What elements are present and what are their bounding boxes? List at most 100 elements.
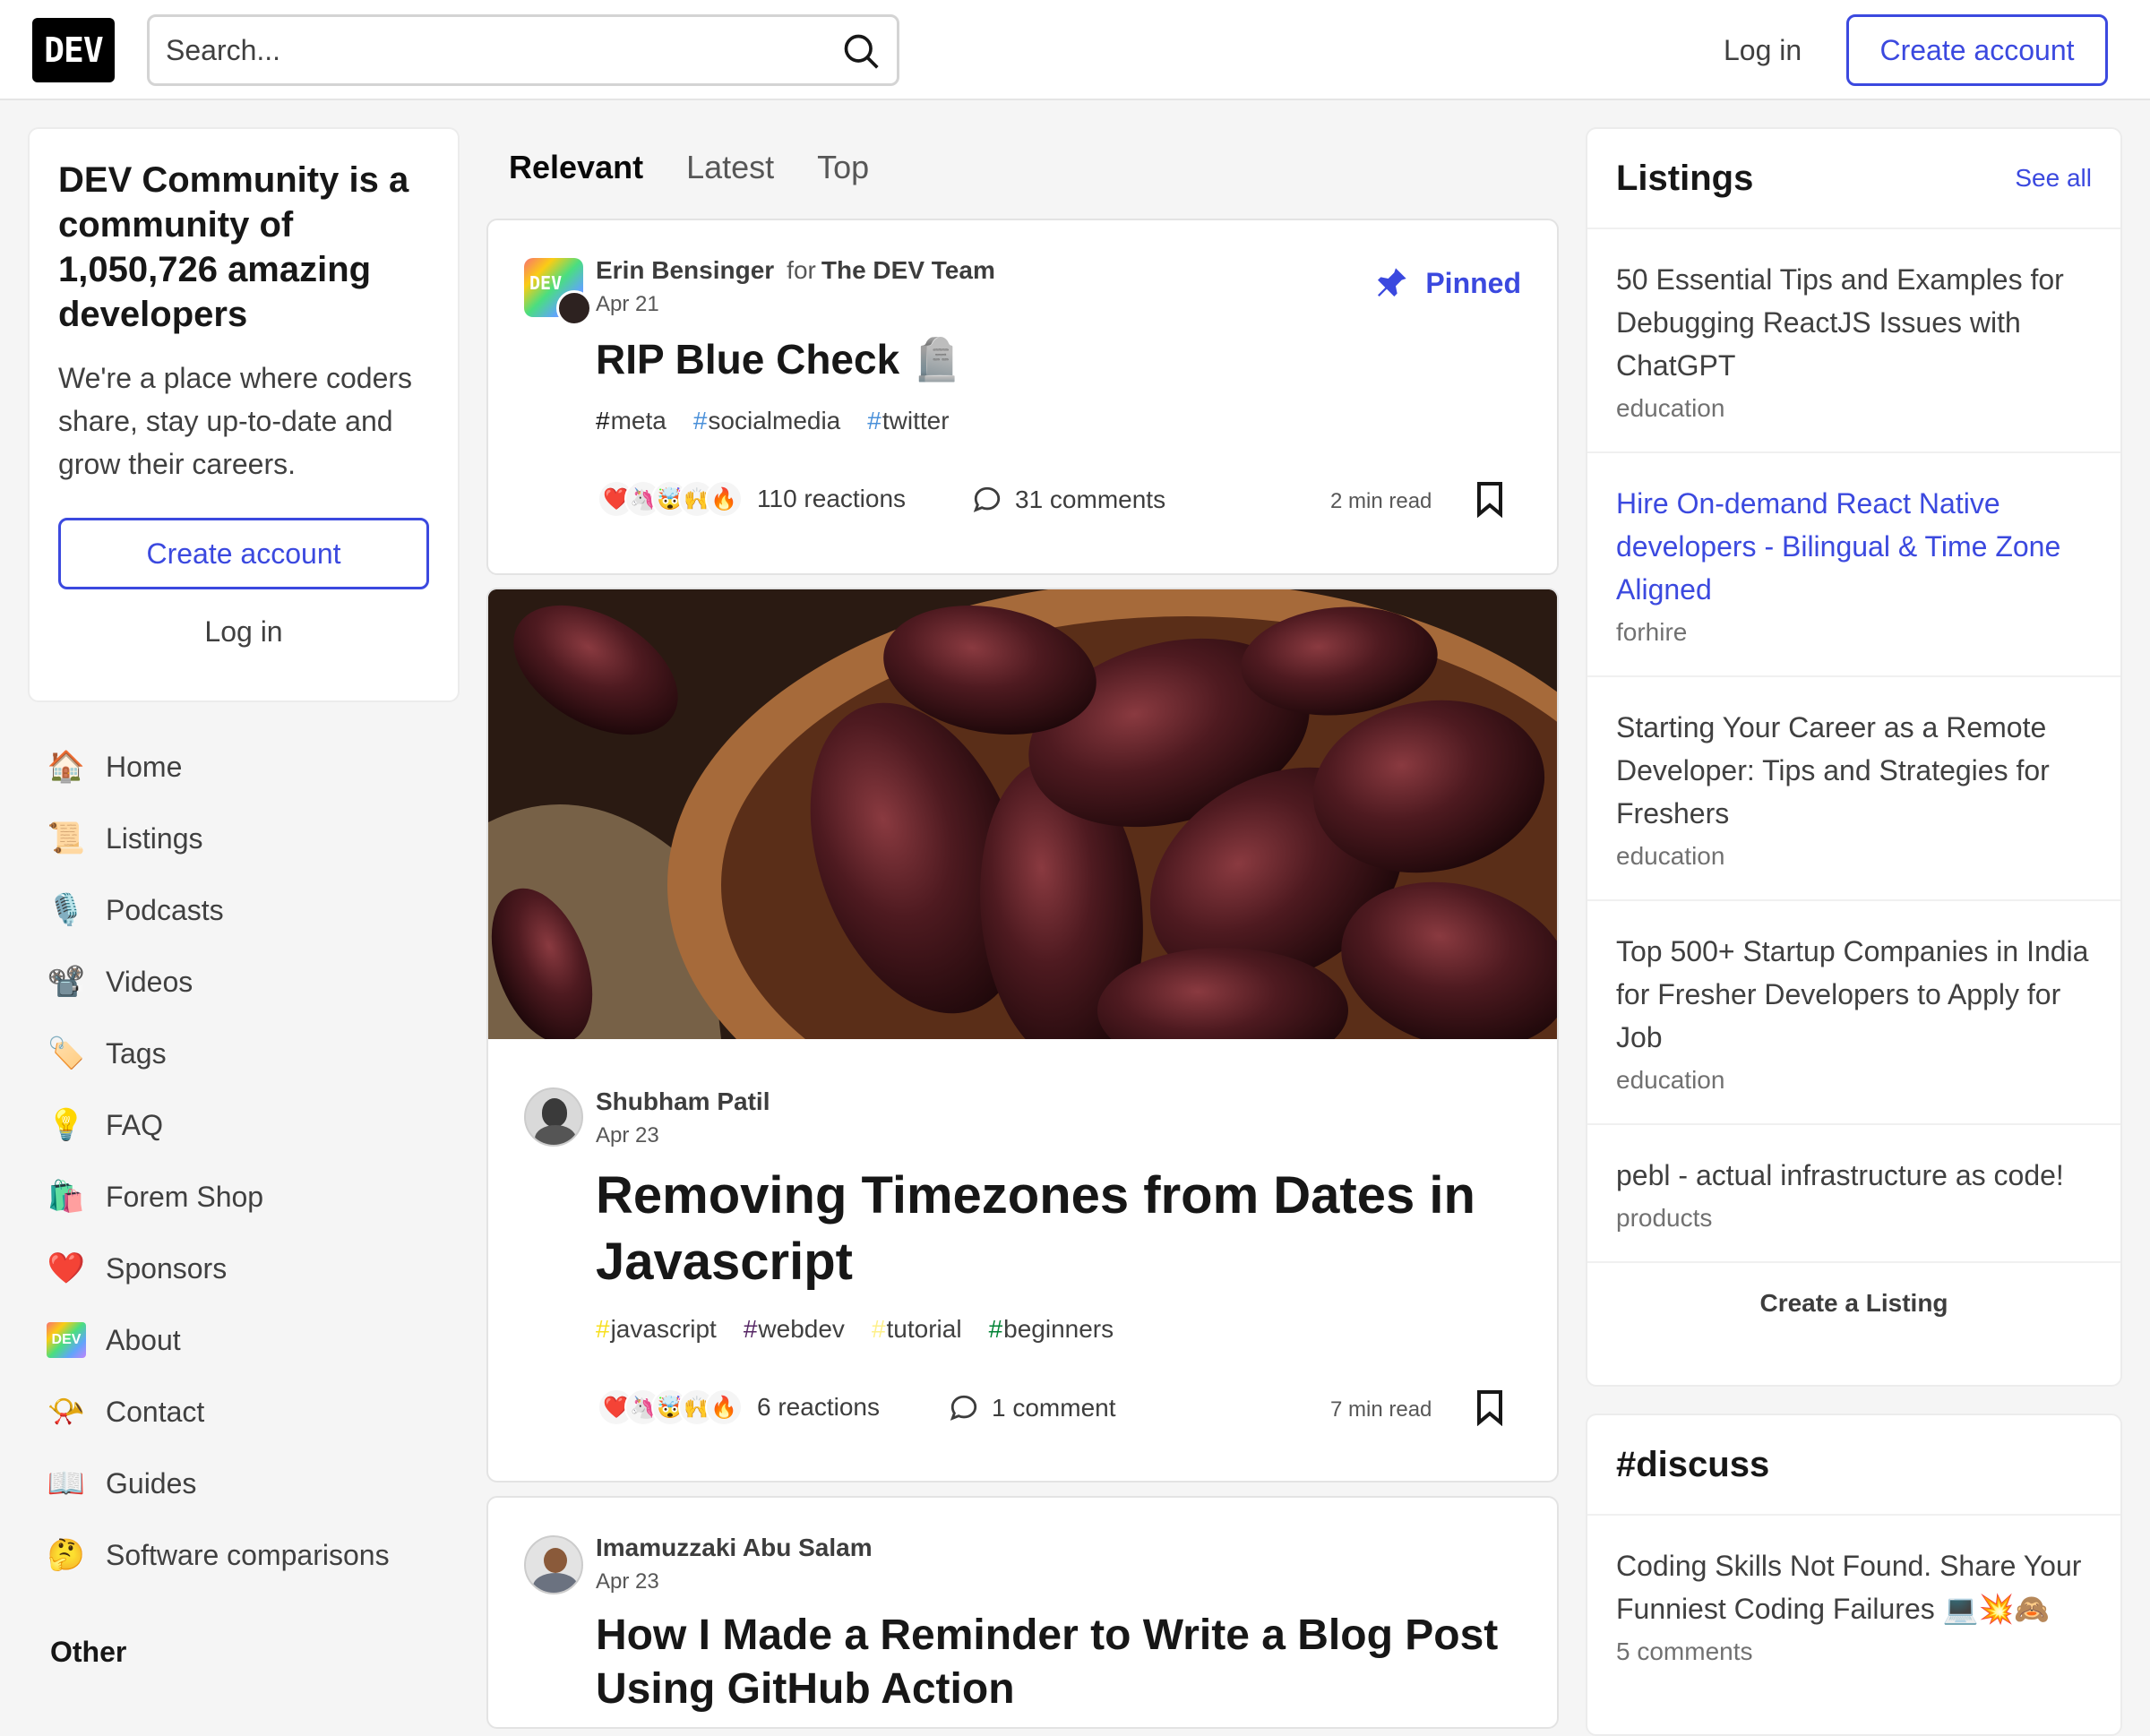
listing-item[interactable]: pebl - actual infrastructure as code! pr…: [1587, 1125, 2120, 1263]
listing-item[interactable]: 50 Essential Tips and Examples for Debug…: [1587, 229, 2120, 453]
sidebar-login-link[interactable]: Log in: [58, 600, 429, 663]
post-card[interactable]: Shubham Patil Apr 23 Removing Timezones …: [486, 588, 1559, 1482]
search-input[interactable]: [150, 33, 830, 67]
tag-hash: #: [743, 1315, 758, 1343]
listing-title[interactable]: Starting Your Career as a Remote Develop…: [1616, 706, 2092, 835]
reactions-link[interactable]: ❤️ 🦄 🤯 🙌 🔥 6 reactions: [598, 1388, 880, 1426]
house-icon: 🏠: [47, 750, 86, 784]
sidebar-item-forem-shop[interactable]: 🛍️ Forem Shop: [32, 1161, 462, 1233]
sidebar-item-tags[interactable]: 🏷️ Tags: [32, 1018, 462, 1089]
discuss-heading[interactable]: #discuss: [1616, 1445, 1769, 1485]
read-time: 2 min read: [1330, 489, 1432, 513]
tag-link[interactable]: #tutorial: [872, 1315, 962, 1344]
post-tags: #meta #socialmedia #twitter: [596, 407, 976, 435]
tag-name: twitter: [882, 407, 950, 434]
pinned-badge: Pinned: [1373, 265, 1521, 301]
comments-link[interactable]: 31 comments: [972, 485, 1165, 515]
author-avatar[interactable]: [556, 290, 592, 326]
author-name[interactable]: Erin Bensinger: [596, 256, 774, 284]
post-date: Apr 21: [596, 292, 659, 316]
tag-name: webdev: [758, 1315, 845, 1343]
tag-icon: 🏷️: [47, 1036, 86, 1070]
read-time: 7 min read: [1330, 1397, 1432, 1422]
post-title[interactable]: How I Made a Reminder to Write a Blog Po…: [596, 1609, 1518, 1716]
create-account-button[interactable]: Create account: [1846, 14, 2108, 86]
post-card[interactable]: DEV Erin Bensinger for The DEV Team Apr 21…: [486, 219, 1559, 575]
tag-link[interactable]: #webdev: [744, 1315, 845, 1344]
search-bar[interactable]: [147, 14, 899, 86]
tag-name: javascript: [610, 1315, 717, 1343]
post-cover-image[interactable]: [488, 589, 1557, 1039]
bookmark-icon[interactable]: [1475, 482, 1504, 518]
comments-link[interactable]: 1 comment: [949, 1393, 1116, 1423]
post-tags: #javascript #webdev #tutorial #beginners: [596, 1315, 1140, 1344]
film-projector-icon: 📽️: [47, 965, 86, 999]
login-link[interactable]: Log in: [1702, 23, 1823, 77]
tag-name: socialmedia: [708, 407, 841, 434]
nav-label: Home: [106, 750, 183, 783]
org-name[interactable]: The DEV Team: [821, 256, 995, 284]
postal-horn-icon: 📯: [47, 1395, 86, 1429]
post-card[interactable]: Imamuzzaki Abu Salam Apr 23 How I Made a…: [486, 1496, 1559, 1729]
tag-link[interactable]: #javascript: [596, 1315, 717, 1344]
reactions-count: 6 reactions: [757, 1393, 880, 1421]
reactions-link[interactable]: ❤️ 🦄 🤯 🙌 🔥 110 reactions: [598, 480, 906, 518]
sidebar-create-account-button[interactable]: Create account: [58, 518, 429, 589]
shopping-bags-icon: 🛍️: [47, 1180, 86, 1214]
post-author[interactable]: Shubham Patil: [596, 1087, 770, 1116]
sidebar-item-software-comparisons[interactable]: 🤔 Software comparisons: [32, 1519, 462, 1591]
post-date: Apr 23: [596, 1569, 659, 1594]
tab-top[interactable]: Top: [796, 143, 890, 192]
listing-title[interactable]: Hire On-demand React Native developers -…: [1616, 482, 2092, 611]
discuss-title[interactable]: Coding Skills Not Found. Share Your Funn…: [1616, 1544, 2092, 1630]
listing-title[interactable]: pebl - actual infrastructure as code!: [1616, 1154, 2092, 1197]
listing-category: education: [1616, 394, 1725, 422]
tag-name: tutorial: [886, 1315, 962, 1343]
post-date: Apr 23: [596, 1123, 659, 1147]
lightbulb-icon: 💡: [47, 1108, 86, 1142]
post-title[interactable]: RIP Blue Check 🪦: [596, 335, 962, 384]
listing-category: education: [1616, 842, 1725, 870]
post-author[interactable]: Imamuzzaki Abu Salam: [596, 1534, 873, 1562]
listing-item[interactable]: Starting Your Career as a Remote Develop…: [1587, 677, 2120, 901]
listing-category: education: [1616, 1066, 1725, 1094]
post-title[interactable]: Removing Timezones from Dates in Javascr…: [596, 1163, 1509, 1295]
discuss-item[interactable]: Coding Skills Not Found. Share Your Funn…: [1587, 1516, 2120, 1695]
search-icon[interactable]: [841, 31, 881, 71]
thinking-face-icon: 🤔: [47, 1538, 86, 1572]
tab-latest[interactable]: Latest: [665, 143, 796, 192]
tag-link[interactable]: #beginners: [989, 1315, 1114, 1344]
tag-name: beginners: [1003, 1315, 1114, 1343]
sidebar-item-about[interactable]: DEV About: [32, 1304, 462, 1376]
nav-label: Guides: [106, 1466, 197, 1500]
listing-title[interactable]: 50 Essential Tips and Examples for Debug…: [1616, 258, 2092, 387]
tag-link[interactable]: #socialmedia: [693, 407, 840, 435]
author-avatar[interactable]: [524, 1087, 583, 1147]
create-listing-link[interactable]: Create a Listing: [1587, 1263, 2120, 1344]
listings-heading[interactable]: Listings: [1616, 159, 1753, 199]
post-author[interactable]: Erin Bensinger for The DEV Team: [596, 256, 995, 285]
sidebar-item-faq[interactable]: 💡 FAQ: [32, 1089, 462, 1161]
for-label: for: [787, 256, 816, 284]
reaction-emoji-stack: ❤️ 🦄 🤯 🙌 🔥: [598, 480, 743, 518]
nav-label: Listings: [106, 821, 203, 855]
sidebar-item-contact[interactable]: 📯 Contact: [32, 1376, 462, 1448]
listing-item[interactable]: Top 500+ Startup Companies in India for …: [1587, 901, 2120, 1125]
bookmark-icon[interactable]: [1475, 1390, 1504, 1426]
sidebar-item-home[interactable]: 🏠 Home: [32, 731, 462, 803]
sidebar-item-podcasts[interactable]: 🎙️ Podcasts: [32, 874, 462, 946]
see-all-link[interactable]: See all: [2015, 164, 2092, 193]
sidebar-item-sponsors[interactable]: ❤️ Sponsors: [32, 1233, 462, 1304]
author-avatar[interactable]: [524, 1535, 583, 1594]
tag-link[interactable]: #twitter: [867, 407, 949, 435]
tag-hash: #: [867, 407, 882, 434]
tag-link[interactable]: #meta: [596, 407, 666, 435]
sidebar-item-videos[interactable]: 📽️ Videos: [32, 946, 462, 1018]
welcome-card: DEV Community is a community of 1,050,72…: [28, 127, 460, 702]
sidebar-item-listings[interactable]: 📜 Listings: [32, 803, 462, 874]
listing-item[interactable]: Hire On-demand React Native developers -…: [1587, 453, 2120, 677]
listing-title[interactable]: Top 500+ Startup Companies in India for …: [1616, 930, 2092, 1059]
dev-logo[interactable]: DEV: [32, 18, 115, 82]
tab-relevant[interactable]: Relevant: [487, 143, 665, 192]
sidebar-item-guides[interactable]: 📖 Guides: [32, 1448, 462, 1519]
